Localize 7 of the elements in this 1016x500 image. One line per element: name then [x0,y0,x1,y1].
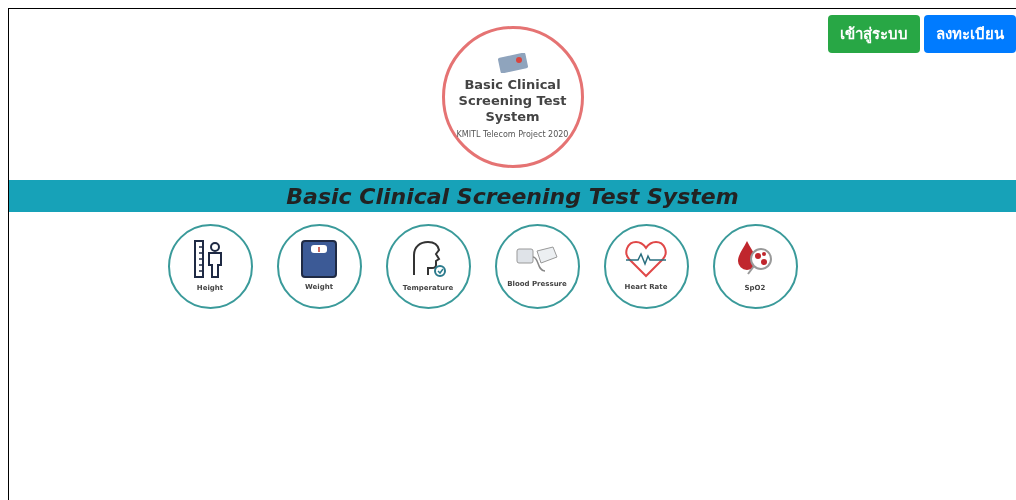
heart-pulse-icon [624,240,668,279]
title-banner: Basic Clinical Screening Test System [9,180,1016,212]
scale-icon [301,240,337,279]
register-button[interactable]: ลงทะเบียน [924,15,1016,53]
logo-title: Basic Clinical Screening Test System [457,76,568,126]
id-card-icon [497,52,528,73]
logo-subtitle: KMITL Telecom Project 2020 [456,129,569,142]
